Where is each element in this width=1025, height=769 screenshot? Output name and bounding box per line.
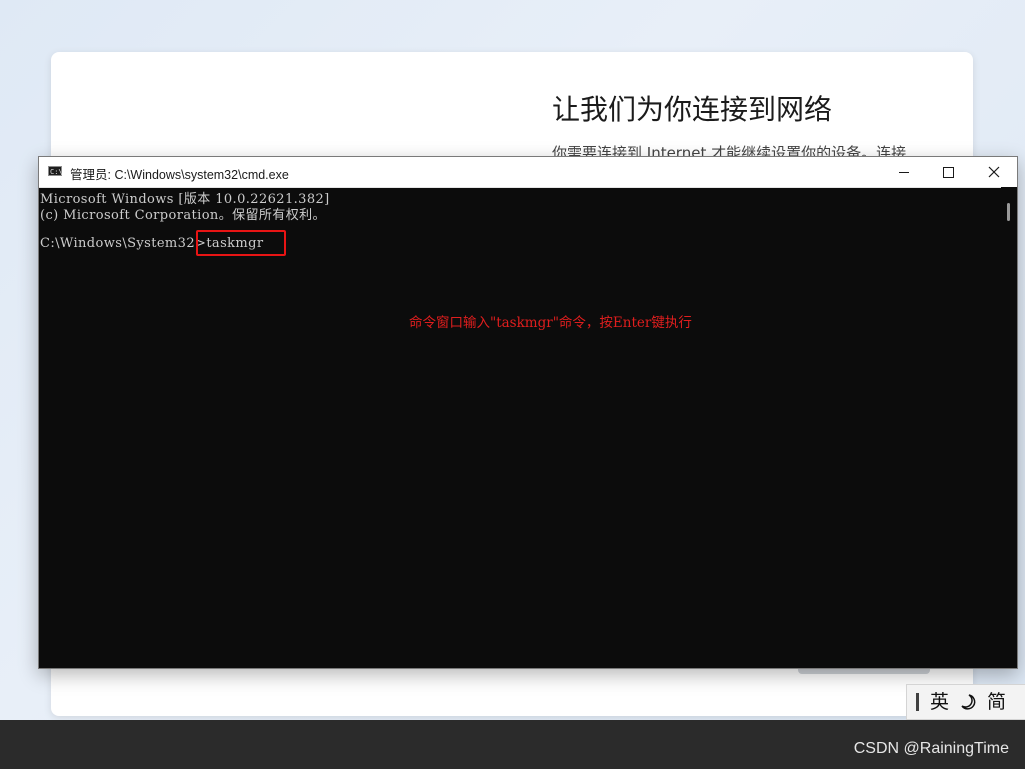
- console-output[interactable]: Microsoft Windows [版本 10.0.22621.382] (c…: [39, 187, 1001, 667]
- console-line-copyright: (c) Microsoft Corporation。保留所有权利。: [40, 208, 326, 223]
- minimize-button[interactable]: [881, 157, 926, 187]
- watermark-text: CSDN @RainingTime: [853, 740, 1009, 757]
- ime-language-toggle[interactable]: 英: [930, 692, 949, 712]
- maximize-icon: [943, 166, 954, 178]
- ime-toolbar[interactable]: 英 简: [906, 684, 1025, 720]
- taskbar: CSDN @RainingTime: [0, 720, 1025, 769]
- console-scrollbar[interactable]: [1001, 187, 1017, 667]
- console-prompt: C:\Windows\System32>: [40, 236, 207, 251]
- close-button[interactable]: [971, 157, 1016, 187]
- scrollbar-thumb[interactable]: [1007, 203, 1010, 221]
- ime-script-toggle[interactable]: 简: [987, 692, 1006, 712]
- cmd-app-icon[interactable]: C:\: [48, 166, 63, 176]
- ime-drag-handle[interactable]: [916, 693, 919, 711]
- annotation-text: 命令窗口输入"taskmgr"命令，按Enter键执行: [409, 315, 692, 331]
- cmd-window[interactable]: C:\ 管理员: C:\Windows\system32\cmd.exe Mic…: [38, 156, 1018, 669]
- minimize-icon: [898, 171, 909, 173]
- cmd-titlebar[interactable]: C:\ 管理员: C:\Windows\system32\cmd.exe: [39, 157, 1017, 188]
- cmd-window-title: 管理员: C:\Windows\system32\cmd.exe: [70, 168, 289, 182]
- maximize-button[interactable]: [926, 157, 971, 187]
- moon-icon[interactable]: [959, 693, 977, 711]
- close-icon: [988, 166, 999, 178]
- command-highlight-box: [196, 230, 286, 256]
- oobe-title: 让我们为你连接到网络: [552, 93, 833, 126]
